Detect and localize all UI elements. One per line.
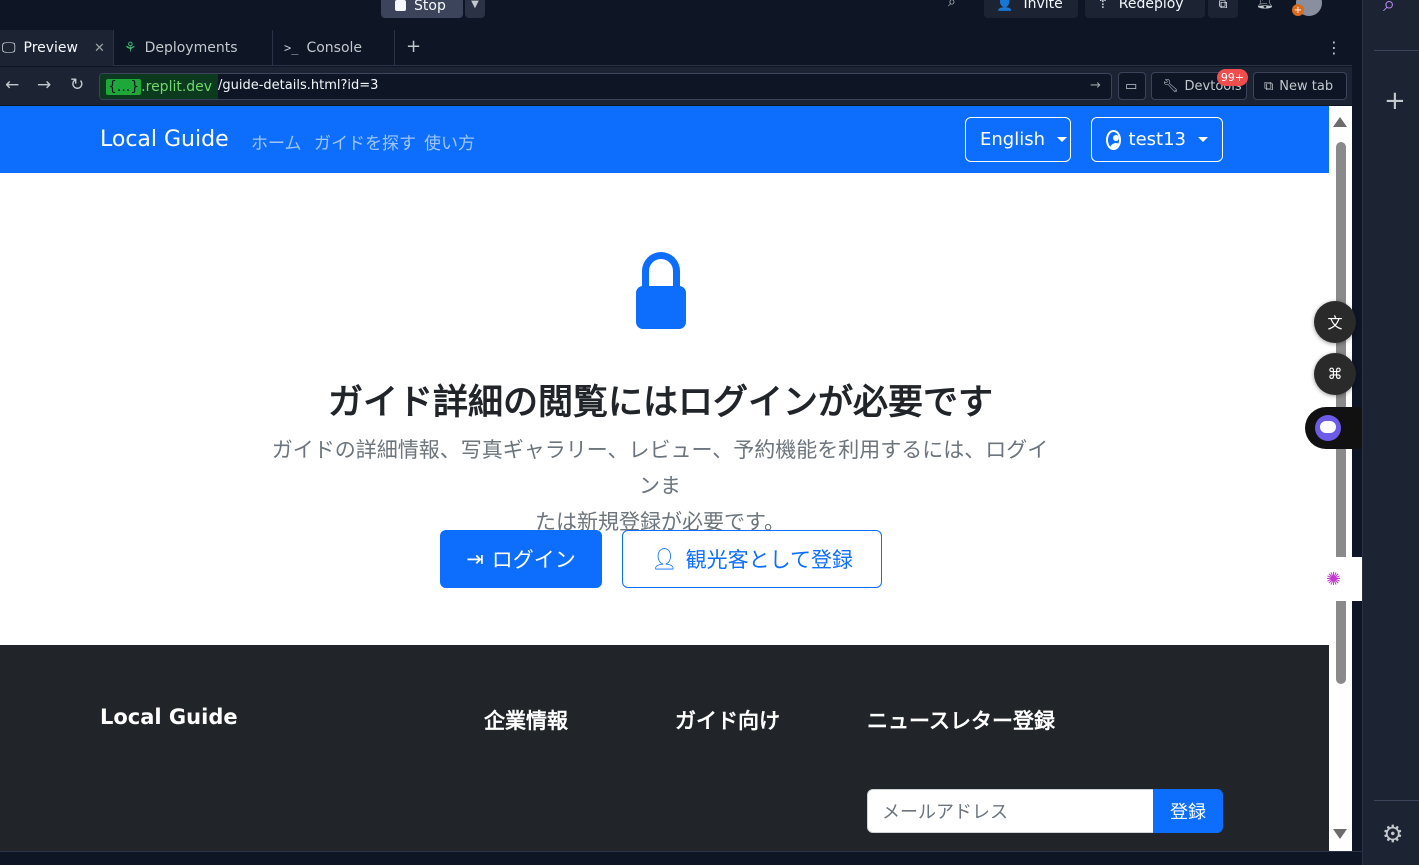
search-icon[interactable]: ⌕ — [948, 0, 956, 10]
footer-heading-newsletter: ニュースレター登録 — [867, 709, 1055, 733]
login-button[interactable]: ⇥ ログイン — [440, 530, 602, 588]
brain-icon[interactable]: ✺ — [1315, 557, 1362, 601]
scroll-up-icon[interactable] — [1333, 117, 1347, 127]
footer-heading-guides: ガイド向け — [675, 709, 780, 733]
scroll-down-icon[interactable] — [1333, 829, 1347, 839]
deploy-icon: ⇡ — [1097, 0, 1109, 12]
redeploy-button[interactable]: ⇡ Redeploy — [1085, 0, 1205, 18]
assistant-widget[interactable] — [1305, 407, 1362, 449]
ide-right-rail — [1362, 0, 1419, 865]
ide-top-bar: Stop ▼ ⌕ 👤 Invite ⇡ Redeploy ⧉ 🔔︎ + — [0, 0, 1362, 30]
language-dropdown[interactable]: English — [965, 117, 1071, 162]
more-options-icon[interactable]: ⋮ — [1326, 38, 1342, 57]
external-link-icon: ⧉ — [1264, 78, 1274, 94]
stop-icon — [395, 0, 406, 11]
tab-divider — [113, 30, 114, 66]
login-required-description: ガイドの詳細情報、写真ギャラリー、レビュー、予約機能を利用するには、ログインま … — [271, 438, 1049, 534]
monitor-icon: 🖵 — [2, 40, 16, 56]
terminal-icon: >_ — [284, 41, 299, 55]
close-icon[interactable]: ✕ — [94, 41, 105, 56]
tab-divider — [272, 30, 273, 66]
tab-console[interactable]: >_ Console — [282, 30, 394, 66]
preview-page: Local Guide ホーム ガイドを探す 使い方 English test1… — [0, 106, 1329, 851]
gear-icon[interactable]: ⚙ — [1382, 820, 1404, 848]
site-footer: Local Guide 企業情報 ガイド向け ニュースレター登録 メールアドレス… — [0, 645, 1329, 851]
nav-link-how-to-use[interactable]: 使い方 — [424, 129, 475, 154]
devtools-badge: 99+ — [1217, 69, 1248, 86]
deploy-tree-icon: ⚘ — [124, 40, 137, 56]
search-icon[interactable]: ⌕ — [1383, 0, 1395, 17]
add-user-icon: 👤︎ — [650, 546, 678, 571]
newsletter-subscribe-button[interactable]: 登録 — [1153, 789, 1223, 833]
site-navbar: Local Guide ホーム ガイドを探す 使い方 English test1… — [0, 106, 1329, 173]
register-tourist-button[interactable]: 👤︎ 観光客として登録 — [622, 530, 882, 588]
rail-divider — [1374, 50, 1419, 51]
user-dropdown[interactable]: test13 — [1091, 117, 1223, 162]
caret-down-icon — [1057, 137, 1067, 142]
add-icon[interactable]: + — [1384, 86, 1406, 116]
url-path: /guide-details.html?id=3 — [218, 78, 379, 93]
forward-arrow-icon[interactable]: → — [37, 75, 51, 95]
new-tab-button[interactable]: ⧉ New tab — [1253, 72, 1347, 100]
tab-divider — [394, 30, 395, 66]
invite-button[interactable]: 👤 Invite — [984, 0, 1078, 18]
tab-deployments[interactable]: ⚘ Deployments — [122, 30, 272, 66]
footer-heading-company: 企業情報 — [484, 709, 568, 733]
rail-divider — [1374, 800, 1419, 801]
device-toggle-icon[interactable]: ▭ — [1118, 72, 1146, 100]
notification-dot-icon: + — [1292, 4, 1304, 16]
footer-brand: Local Guide — [100, 705, 238, 729]
lock-icon — [636, 252, 686, 330]
refresh-icon[interactable]: ↻ — [70, 75, 84, 95]
nav-link-home[interactable]: ホーム — [251, 129, 302, 154]
add-user-icon: 👤 — [996, 0, 1014, 12]
back-arrow-icon[interactable]: ← — [5, 75, 19, 95]
url-host: {...} .replit.dev — [100, 74, 219, 99]
pane-tabs: 🖵 Preview ✕ ⚘ Deployments >_ Console — [0, 30, 1352, 66]
site-brand[interactable]: Local Guide — [100, 127, 229, 152]
caret-down-icon — [1198, 137, 1208, 142]
nav-link-find-guides[interactable]: ガイドを探す — [314, 129, 416, 154]
page-title: ガイド詳細の閲覧にはログインが必要です — [327, 383, 993, 423]
translate-icon[interactable]: 文 — [1314, 301, 1356, 343]
bottom-edge — [0, 851, 1362, 865]
tab-preview[interactable]: 🖵 Preview ✕ — [0, 30, 113, 66]
add-tab-icon[interactable]: + — [406, 36, 421, 57]
command-icon[interactable]: ⌘ — [1314, 353, 1356, 395]
newsletter-email-input[interactable]: メールアドレス — [867, 789, 1154, 833]
stop-options-chevron-icon[interactable]: ▼ — [465, 0, 485, 18]
assistant-face-icon — [1315, 415, 1341, 441]
stop-button[interactable]: Stop — [381, 0, 463, 18]
bell-icon[interactable]: 🔔︎ — [1256, 0, 1274, 10]
login-arrow-icon: ⇥ — [466, 547, 484, 571]
go-arrow-icon[interactable]: → — [1090, 78, 1101, 93]
user-circle-icon — [1106, 129, 1121, 150]
open-deployment-icon[interactable]: ⧉ — [1208, 0, 1238, 18]
wrench-icon: 🔧︎ — [1162, 78, 1179, 94]
